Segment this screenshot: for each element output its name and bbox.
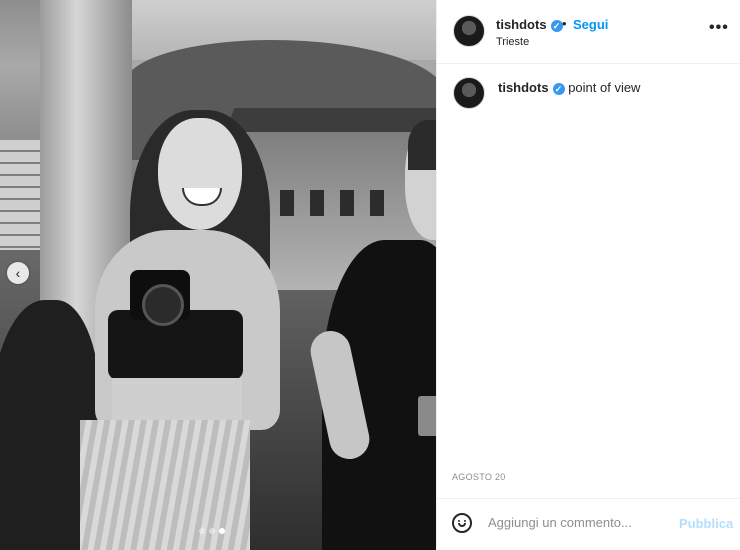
post-header: tishdots ✓ • Segui Trieste ••• bbox=[437, 0, 740, 64]
carousel-dot bbox=[219, 528, 225, 534]
comment-bar: Pubblica bbox=[437, 498, 740, 550]
publish-button[interactable]: Pubblica bbox=[679, 516, 733, 531]
photo-camera bbox=[130, 270, 190, 326]
author-username-text: tishdots bbox=[496, 17, 547, 32]
emoji-icon[interactable] bbox=[452, 513, 472, 533]
post-sidebar: tishdots ✓ • Segui Trieste ••• tishdots ✓ … bbox=[436, 0, 740, 550]
caption-username-text: tishdots bbox=[498, 80, 549, 95]
building-roof bbox=[225, 108, 436, 132]
post-date[interactable]: AGOSTO 20 bbox=[452, 472, 506, 482]
building-window bbox=[280, 190, 294, 216]
author-avatar[interactable] bbox=[453, 15, 485, 47]
photo-cup bbox=[418, 396, 436, 436]
building-window bbox=[340, 190, 354, 216]
caption-username[interactable]: tishdots ✓ bbox=[498, 80, 565, 95]
carousel-dot bbox=[199, 528, 205, 534]
building-window bbox=[370, 190, 384, 216]
header-separator: • bbox=[562, 16, 567, 31]
verified-badge-icon: ✓ bbox=[550, 19, 563, 32]
photo-stairs bbox=[0, 140, 40, 250]
post-location[interactable]: Trieste bbox=[496, 36, 529, 48]
comment-input[interactable] bbox=[488, 515, 668, 530]
carousel-dots bbox=[199, 528, 225, 534]
more-options-icon[interactable]: ••• bbox=[709, 20, 729, 36]
photo-man-hair bbox=[408, 120, 436, 170]
photo-woman-face bbox=[158, 118, 242, 230]
carousel-dot bbox=[209, 528, 215, 534]
verified-badge-icon: ✓ bbox=[552, 82, 565, 95]
camera-lens bbox=[142, 284, 184, 326]
follow-button[interactable]: Segui bbox=[573, 17, 608, 32]
carousel-prev-button[interactable]: ‹ bbox=[7, 262, 29, 284]
post-caption: tishdots ✓ point of view bbox=[498, 80, 728, 95]
post-photo[interactable]: ‹ bbox=[0, 0, 436, 550]
author-username[interactable]: tishdots ✓ bbox=[496, 17, 563, 32]
caption-text: point of view bbox=[568, 80, 641, 95]
building-window bbox=[310, 190, 324, 216]
caption-avatar[interactable] bbox=[453, 77, 485, 109]
chevron-left-icon: ‹ bbox=[15, 265, 21, 281]
